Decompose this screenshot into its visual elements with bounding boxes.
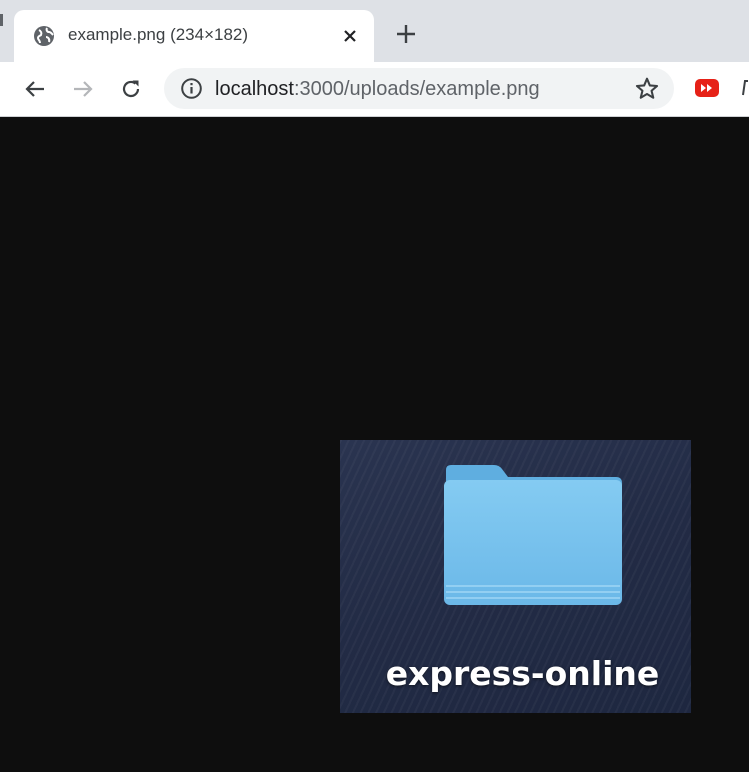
displayed-image: express-online [340, 440, 691, 713]
back-arrow-icon[interactable] [20, 74, 50, 104]
reload-icon[interactable] [116, 74, 146, 104]
tab-strip: example.png (234×182) [0, 0, 749, 62]
youtube-extension-icon[interactable] [695, 79, 719, 97]
window-edge-mark [0, 14, 3, 26]
info-icon[interactable] [180, 77, 203, 100]
globe-icon [32, 24, 56, 48]
tab-title: example.png (234×182) [68, 25, 249, 44]
plus-icon[interactable] [392, 20, 420, 48]
forward-arrow-icon[interactable] [68, 74, 98, 104]
browser-tab[interactable]: example.png (234×182) [14, 10, 374, 62]
browser-toolbar: localhost:3000/uploads/example.png [0, 62, 749, 117]
url-path: :3000/uploads/example.png [293, 78, 540, 100]
url-host: localhost [215, 78, 294, 100]
extension-partial-icon[interactable] [742, 80, 749, 96]
url-text: localhost:3000/uploads/example.png [215, 78, 540, 101]
folder-icon [442, 464, 624, 608]
folder-label: express-online [385, 654, 660, 693]
close-icon[interactable] [338, 24, 362, 48]
address-bar[interactable]: localhost:3000/uploads/example.png [164, 68, 674, 109]
star-icon[interactable] [634, 76, 660, 102]
